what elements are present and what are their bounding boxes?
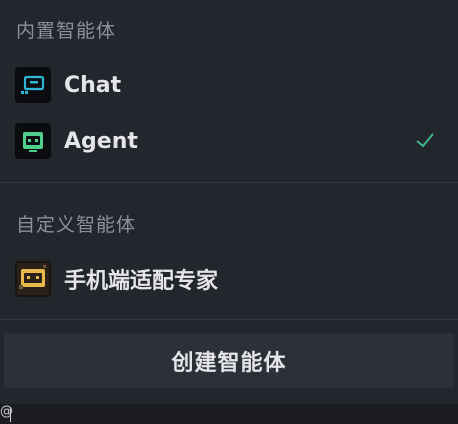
builtin-agents-heading: 内置智能体 xyxy=(16,20,117,42)
agent-item-chat[interactable]: Chat xyxy=(0,61,458,109)
input-text: @ xyxy=(0,404,13,419)
chat-bubble-icon xyxy=(15,67,51,103)
agent-item-label: 手机端适配专家 xyxy=(64,269,219,294)
checkmark-icon xyxy=(416,133,434,148)
section-divider xyxy=(0,319,458,320)
create-agent-button[interactable]: 创建智能体 xyxy=(4,333,454,388)
agent-item-label: Chat xyxy=(64,72,122,98)
custom-agents-heading: 自定义智能体 xyxy=(16,214,137,236)
text-caret xyxy=(10,407,11,422)
custom-agent-icon xyxy=(15,261,51,297)
agent-item-mobile-expert[interactable]: 手机端适配专家 xyxy=(0,255,458,303)
agent-item-label: Agent xyxy=(64,128,138,154)
agent-picker-panel: 内置智能体 Chat Agent 自定义智能体 手机端适配专家 创建智能体 xyxy=(0,0,458,404)
robot-icon xyxy=(15,123,51,159)
section-divider xyxy=(0,182,458,183)
chat-input-area[interactable] xyxy=(0,404,458,424)
agent-item-agent[interactable]: Agent xyxy=(0,117,458,165)
